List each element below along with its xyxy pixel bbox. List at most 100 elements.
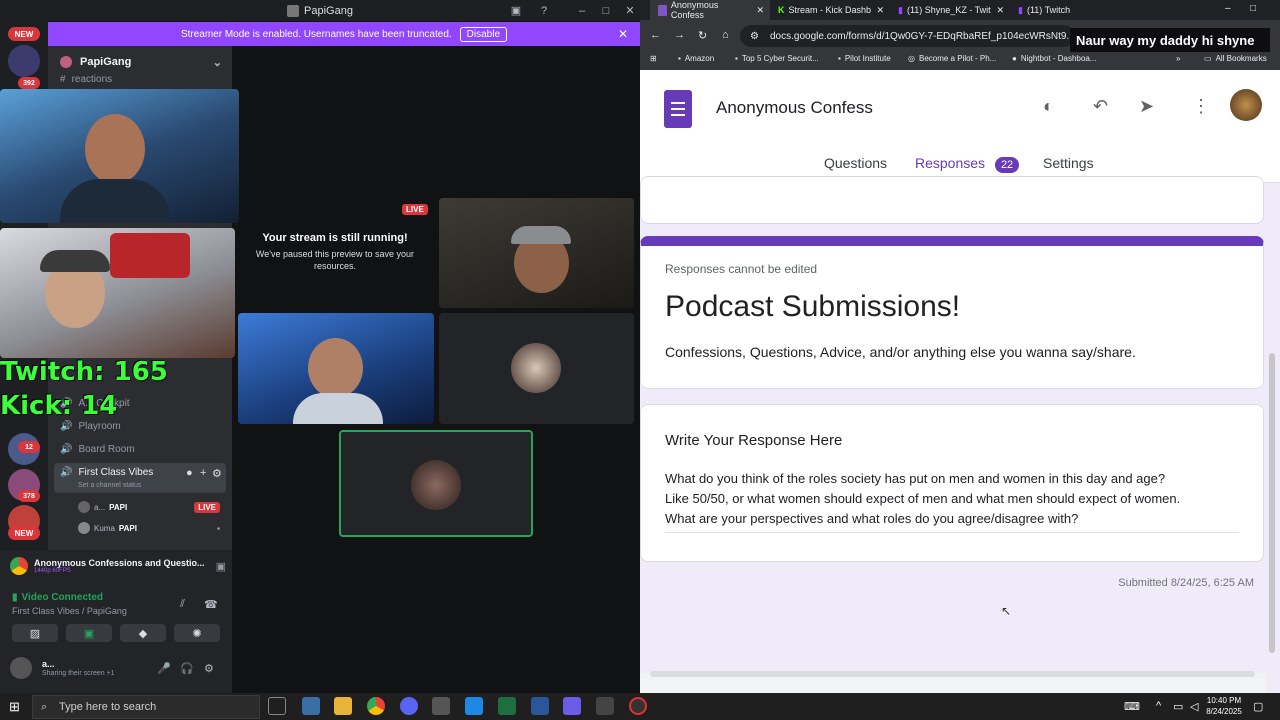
task-view-icon[interactable] [268,697,286,715]
form-description: Confessions, Questions, Advice, and/or a… [665,344,1136,360]
volume-icon[interactable]: ◁ [1190,700,1198,713]
network-icon[interactable]: ▭ [1173,700,1183,713]
apps-icon[interactable]: ⊞ [650,54,657,63]
microphone-icon[interactable]: 🎤 [157,662,171,675]
disconnect-icon[interactable]: ☎ [204,598,218,611]
user-name: a... [42,659,55,669]
member-name: a... [94,502,106,512]
chat-icon[interactable]: ● [186,467,193,479]
back-icon[interactable]: ← [650,29,661,41]
headphones-icon[interactable]: 🎧 [180,662,194,675]
voice-member[interactable]: a... PAPI LIVE [78,500,228,514]
voice-member[interactable]: Kuma PAPI ▪ [78,521,228,535]
close-tab-icon[interactable]: ✕ [996,5,1004,16]
server-header[interactable]: PapiGang ⌄ [52,52,230,72]
close-tab-icon[interactable]: ✕ [756,5,764,16]
bookmark-cyber[interactable]: ▪ Top 5 Cyber Securit... [735,54,819,63]
gear-icon[interactable]: ⚙ [212,467,222,480]
tab-responses[interactable]: Responses 22 [915,155,1020,173]
close-button[interactable]: ✕ [618,0,642,21]
app-icon[interactable] [302,697,320,715]
all-bookmarks[interactable]: ▭ All Bookmarks [1204,54,1267,63]
avatar[interactable] [10,657,32,679]
tab-kick[interactable]: K Stream - Kick Dashb ✕ [770,0,890,20]
form-title[interactable]: Anonymous Confess [716,98,881,118]
maximize-button[interactable]: □ [594,0,618,21]
soundboard-button[interactable]: ✺ [174,624,220,642]
clock[interactable]: 10:40 PM 8/24/2025 [1200,695,1248,717]
screen-share-button[interactable]: ▣ [66,624,112,642]
site-icon: ▪ [838,54,841,63]
app-icon[interactable] [465,697,483,715]
inbox-icon[interactable]: ▣ [504,0,528,21]
chevron-up-icon[interactable]: ^ [1156,700,1161,712]
tab-forms[interactable]: Anonymous Confess ✕ [650,0,770,20]
close-tab-icon[interactable]: ✕ [876,5,884,16]
bookmark-amazon[interactable]: ▪ Amazon [678,54,714,63]
avatar[interactable] [1230,89,1262,121]
address-bar[interactable]: ⚙ docs.google.com/forms/d/1Qw0GY-7-EDqRb… [740,25,1075,47]
vertical-scrollbar[interactable] [1266,183,1280,693]
voice-location[interactable]: First Class Vibes / PapiGang [12,606,127,616]
tab-questions[interactable]: Questions [824,155,887,171]
close-icon[interactable]: ✕ [618,27,628,41]
camera-icon: ▪ [217,523,220,533]
tab-twitch-1[interactable]: ▮ (11) Shyne_KZ - Twit ✕ [890,0,1010,20]
windows-start-icon[interactable]: ⊞ [9,699,20,715]
excel-icon[interactable] [498,697,516,715]
bookmark-label: All Bookmarks [1215,54,1267,63]
avatar-tile-2[interactable] [339,430,533,537]
notification-icon[interactable]: ▢ [1253,700,1263,713]
keyboard-icon[interactable]: ⌨ [1124,700,1140,713]
activity-button[interactable]: ◆ [120,624,166,642]
tab-settings[interactable]: Settings [1043,155,1094,171]
help-icon[interactable]: ? [532,0,556,21]
word-icon[interactable] [531,697,549,715]
speaker-icon: 🔊 [60,467,73,478]
channel-reactions[interactable]: # reactions [60,74,112,85]
palette-icon[interactable]: ◐ [1043,96,1054,117]
chevron-right-icon[interactable]: » [1176,54,1180,63]
channel-first-class-vibes[interactable]: 🔊 First Class Vibes Set a channel status… [54,463,226,493]
settings-icon[interactable] [432,697,450,715]
close-stream-icon[interactable]: ▣ [216,560,226,573]
discord-icon[interactable] [400,697,418,715]
tab-twitch-2[interactable]: ▮ (11) Twitch [1010,0,1080,20]
undo-icon[interactable]: ↶ [1093,96,1108,117]
reload-icon[interactable]: ↻ [698,29,707,42]
minimize-button[interactable]: – [570,0,594,21]
chrome-icon[interactable] [367,697,385,715]
disable-button[interactable]: Disable [459,26,508,42]
taskbar-search[interactable]: ⌕ Type here to search [32,695,260,719]
app-icon[interactable] [596,697,614,715]
file-explorer-icon[interactable] [334,697,352,715]
camera-off-button[interactable]: ▨ [12,624,58,642]
obs-icon[interactable] [629,697,647,715]
forward-icon[interactable]: → [674,29,685,41]
twitch-icon: ▮ [1018,4,1023,15]
forms-logo-icon[interactable] [664,90,692,128]
more-vert-icon[interactable]: ⋮ [1192,96,1210,117]
search-icon: ⌕ [41,700,48,713]
kick-count: Kick: 14 [0,391,118,421]
activity-card[interactable]: Anonymous Confessions and Questio... 144… [10,555,226,577]
minimize-button[interactable]: – [1225,3,1231,14]
gear-icon[interactable]: ⚙ [204,662,214,675]
home-icon[interactable]: ⌂ [722,29,729,41]
avatar-tile-1[interactable] [439,313,634,424]
server-name: PapiGang [80,56,132,68]
noise-suppression-icon[interactable]: ⫽ [180,598,185,611]
horizontal-scrollbar[interactable] [650,671,1255,677]
user-status: Sharing their screen +1 [42,670,115,677]
channel-board-room[interactable]: 🔊 Board Room [60,444,135,455]
bookmark-pilot-institute[interactable]: ▪ Pilot Institute [838,54,891,63]
avatar [411,460,461,510]
send-icon[interactable]: ➤ [1139,96,1154,117]
maximize-button[interactable]: □ [1250,3,1256,14]
bookmark-nightbot[interactable]: ● Nightbot - Dashboa... [1012,54,1096,63]
add-member-icon[interactable]: + [200,467,206,479]
bookmark-become-pilot[interactable]: ◎ Become a Pilot - Ph... [908,54,996,63]
server-icon-1[interactable] [8,45,40,77]
channel-status[interactable]: Set a channel status [78,482,141,489]
app-icon[interactable] [563,697,581,715]
